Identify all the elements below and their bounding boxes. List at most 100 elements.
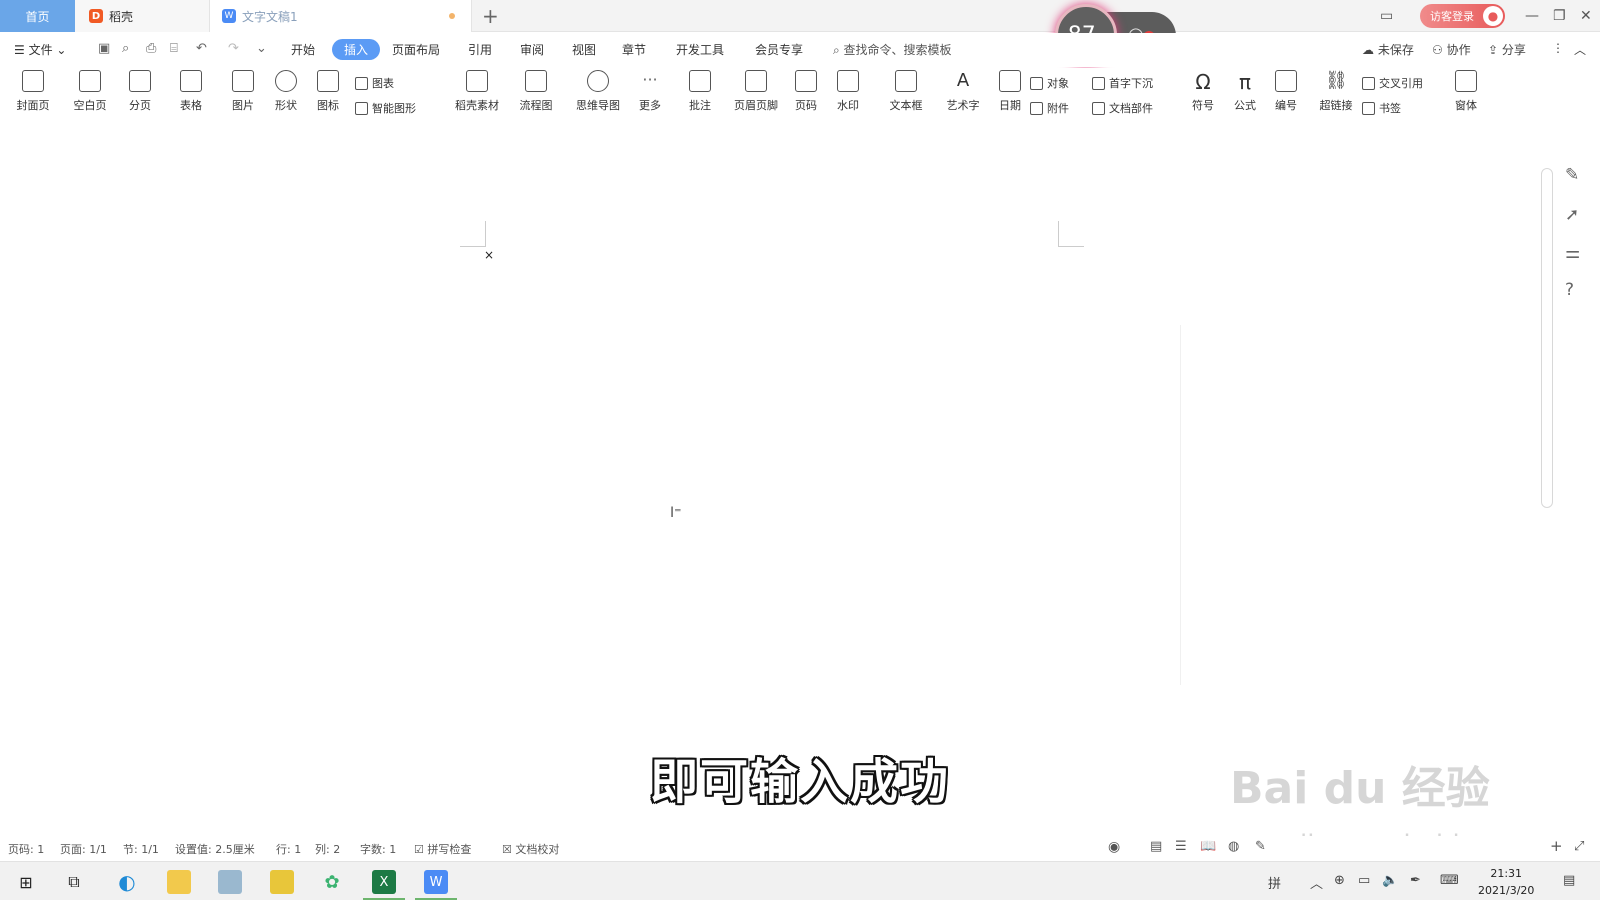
zoom-in-icon[interactable]: + bbox=[1550, 837, 1563, 855]
menu-page-layout[interactable]: 页面布局 bbox=[392, 41, 440, 58]
write-mode-icon[interactable]: ✎ bbox=[1255, 839, 1266, 854]
save-icon[interactable]: ▣ bbox=[98, 41, 110, 56]
proofread-toggle[interactable]: ☒ 文档校对 bbox=[502, 841, 559, 857]
fullscreen-icon[interactable]: ⤢ bbox=[1574, 839, 1584, 854]
page-break-icon bbox=[129, 70, 151, 92]
status-pages[interactable]: 页面: 1/1 bbox=[60, 841, 107, 857]
status-setting[interactable]: 设置值: 2.5厘米 bbox=[175, 841, 255, 857]
menu-view[interactable]: 视图 bbox=[572, 41, 596, 58]
settings-sliders-icon[interactable]: ⚌ bbox=[1565, 243, 1580, 263]
close-icon[interactable]: ✕ bbox=[1580, 0, 1592, 32]
status-col[interactable]: 列: 2 bbox=[315, 841, 340, 857]
wps-writer-icon[interactable]: W bbox=[424, 870, 448, 894]
form-window-button[interactable]: 窗体 bbox=[1438, 70, 1494, 113]
restore-icon[interactable]: ❐ bbox=[1553, 0, 1566, 32]
format-painter-icon[interactable]: ⌕ bbox=[122, 41, 129, 56]
outline-view-icon[interactable]: ☰ bbox=[1175, 839, 1187, 854]
pen-tray-icon[interactable]: ✒ bbox=[1410, 873, 1421, 888]
login-button[interactable]: 访客登录 ● bbox=[1420, 4, 1505, 28]
file-explorer-icon[interactable] bbox=[167, 870, 191, 894]
unsaved-status[interactable]: ☁ 未保存 bbox=[1362, 41, 1414, 58]
smartart-button[interactable]: 智能图形 bbox=[355, 100, 416, 116]
reading-view-icon[interactable]: 📖 bbox=[1200, 839, 1216, 854]
menu-insert[interactable]: 插入 bbox=[332, 39, 381, 60]
web-view-icon[interactable]: ◍ bbox=[1228, 839, 1239, 854]
excel-icon[interactable]: X bbox=[372, 870, 396, 894]
more-menu-icon[interactable]: ⋮ bbox=[1552, 41, 1564, 55]
sticky-notes-icon[interactable] bbox=[270, 870, 294, 894]
flowchart-button[interactable]: 流程图 bbox=[508, 70, 564, 113]
window-layout-icon[interactable]: ▭ bbox=[1380, 0, 1393, 32]
dropcap-button[interactable]: 首字下沉 bbox=[1092, 75, 1153, 91]
status-word-count[interactable]: 字数: 1 bbox=[360, 841, 396, 857]
command-search[interactable]: ⌕ 查找命令、搜索模板 bbox=[833, 41, 952, 58]
tab-home[interactable]: 首页 bbox=[0, 0, 75, 32]
header-footer-button[interactable]: 页眉页脚 bbox=[728, 70, 784, 113]
menu-member[interactable]: 会员专享 bbox=[755, 41, 803, 58]
spell-check-toggle[interactable]: ☑ 拼写检查 bbox=[414, 841, 471, 857]
cover-page-button[interactable]: 封面页 bbox=[5, 70, 61, 113]
volume-icon[interactable]: 🔈 bbox=[1382, 873, 1398, 888]
more-button[interactable]: ··· 更多 bbox=[622, 70, 678, 113]
daoke-material-button[interactable]: 稻壳素材 bbox=[449, 70, 505, 113]
print-preview-icon[interactable]: ⌸ bbox=[170, 41, 178, 56]
wechat-icon[interactable]: ✿ bbox=[320, 870, 344, 894]
task-view-icon[interactable]: ⧉ bbox=[62, 870, 86, 894]
mindmap-button[interactable]: 思维导图 bbox=[570, 70, 626, 113]
new-tab-button[interactable]: + bbox=[482, 4, 499, 28]
status-section[interactable]: 节: 1/1 bbox=[123, 841, 159, 857]
keyboard-icon[interactable]: ⌨ bbox=[1440, 873, 1459, 888]
object-button[interactable]: 对象 bbox=[1030, 75, 1069, 91]
minimize-icon[interactable]: — bbox=[1525, 0, 1539, 32]
windows-start-icon[interactable]: ⊞ bbox=[14, 870, 38, 894]
blank-page-button[interactable]: 空白页 bbox=[62, 70, 118, 113]
document-parts-button[interactable]: 文档部件 bbox=[1092, 100, 1153, 116]
calculator-icon[interactable] bbox=[218, 870, 242, 894]
notification-icon[interactable]: ▤ bbox=[1563, 873, 1575, 888]
textbox-button[interactable]: 文本框 bbox=[878, 70, 934, 113]
redo-icon[interactable]: ↷ bbox=[228, 41, 239, 56]
tab-document[interactable]: W 文字文稿1 bbox=[210, 0, 472, 32]
vertical-scrollbar[interactable] bbox=[1541, 168, 1553, 508]
comment-button[interactable]: 批注 bbox=[672, 70, 728, 113]
header-footer-icon bbox=[745, 70, 767, 92]
file-menu[interactable]: ☰ 文件 ⌄ bbox=[14, 41, 66, 58]
icons-button[interactable]: 图标 bbox=[300, 70, 356, 113]
hyperlink-button[interactable]: ⛓ 超链接 bbox=[1308, 70, 1364, 113]
chart-button[interactable]: 图表 bbox=[355, 75, 394, 91]
collaborate-button[interactable]: ⚇ 协作 bbox=[1432, 41, 1471, 58]
status-page[interactable]: 页码: 1 bbox=[8, 841, 44, 857]
menu-references[interactable]: 引用 bbox=[468, 41, 492, 58]
print-icon[interactable]: ⎙ bbox=[146, 41, 156, 56]
eye-protection-icon[interactable]: ◉ bbox=[1108, 839, 1120, 855]
collapse-ribbon-icon[interactable]: ︿ bbox=[1574, 41, 1586, 58]
select-cursor-icon[interactable]: ➚ bbox=[1565, 205, 1579, 225]
menu-sections[interactable]: 章节 bbox=[622, 41, 646, 58]
help-icon[interactable]: ? bbox=[1565, 280, 1574, 300]
share-button[interactable]: ⇪ 分享 bbox=[1488, 41, 1526, 58]
battery-icon[interactable]: ▭ bbox=[1358, 873, 1370, 888]
tab-daoke[interactable]: D 稻壳 bbox=[75, 0, 210, 32]
page-break-button[interactable]: 分页 bbox=[112, 70, 168, 113]
ime-indicator[interactable]: 拼 bbox=[1268, 873, 1281, 892]
table-button[interactable]: 表格 bbox=[163, 70, 219, 113]
customize-icon[interactable]: ⌄ bbox=[256, 41, 267, 56]
edge-browser-icon[interactable]: ◐ bbox=[115, 870, 139, 894]
menu-review[interactable]: 审阅 bbox=[520, 41, 544, 58]
crossref-button[interactable]: 交叉引用 bbox=[1362, 75, 1423, 91]
attachment-button[interactable]: 附件 bbox=[1030, 100, 1069, 116]
menu-developer[interactable]: 开发工具 bbox=[676, 41, 724, 58]
document-canvas[interactable]: × I⁼ bbox=[0, 125, 1545, 825]
undo-icon[interactable]: ↶ bbox=[196, 41, 207, 56]
page-view-icon[interactable]: ▤ bbox=[1150, 839, 1162, 854]
pen-icon[interactable]: ✎ bbox=[1565, 165, 1579, 185]
globe-icon[interactable]: ⊕ bbox=[1334, 873, 1345, 888]
bookmark-button[interactable]: 书签 bbox=[1362, 100, 1401, 116]
watermark-button[interactable]: 水印 bbox=[820, 70, 876, 113]
numbering-button[interactable]: 编号 bbox=[1258, 70, 1314, 113]
avatar-icon: ● bbox=[1483, 6, 1503, 26]
tray-expand-icon[interactable]: ︿ bbox=[1310, 873, 1323, 892]
status-row[interactable]: 行: 1 bbox=[276, 841, 301, 857]
system-clock[interactable]: 21:31 2021/3/20 bbox=[1478, 865, 1534, 899]
menu-start[interactable]: 开始 bbox=[291, 41, 315, 58]
